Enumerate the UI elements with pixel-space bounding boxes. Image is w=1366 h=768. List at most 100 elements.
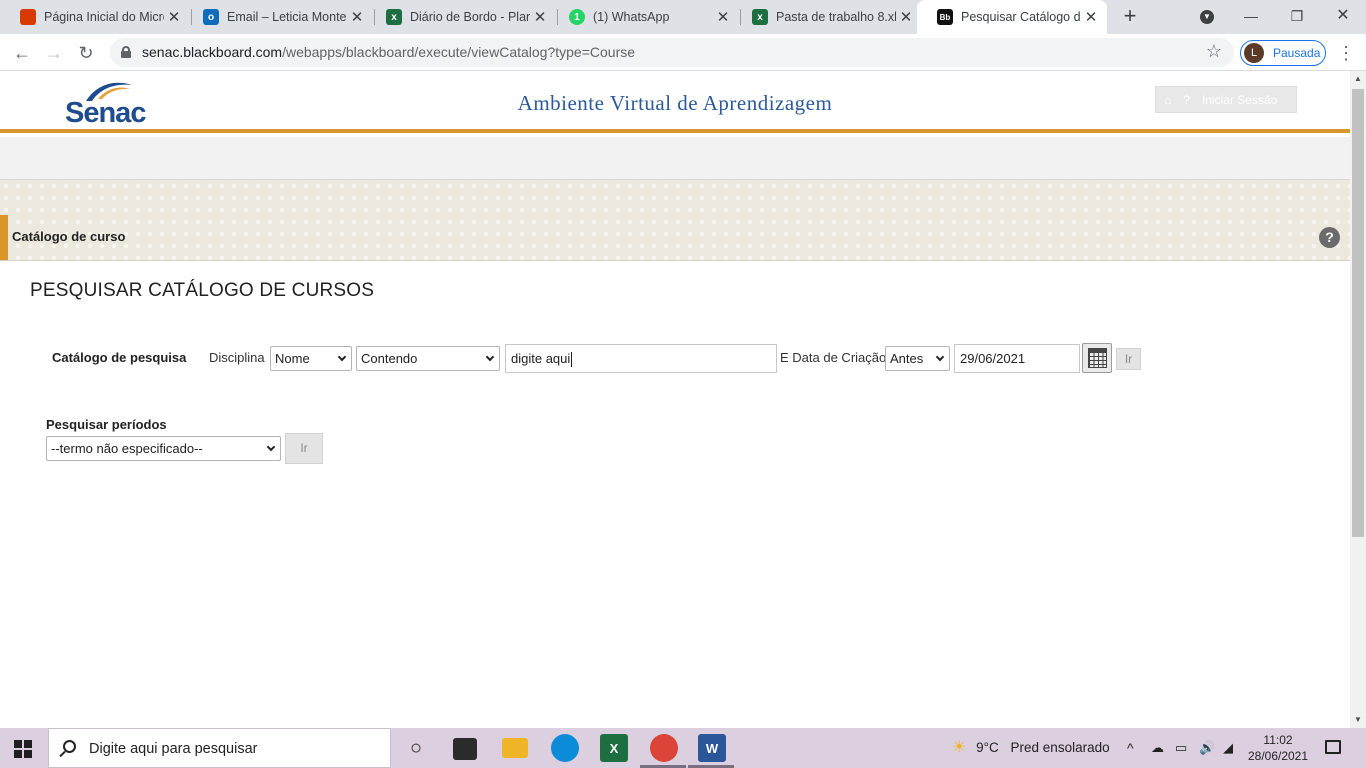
terms-select[interactable]: --termo não especificado-- [46, 436, 281, 461]
clock-time: 11:02 [1263, 733, 1293, 747]
tab-whatsapp[interactable]: 1 (1) WhatsApp ✕ [549, 0, 739, 34]
search-operator-select[interactable]: Contendo [356, 346, 500, 371]
date-operator-select[interactable]: Antes [885, 346, 950, 371]
page-content: Senac Ambiente Virtual de Aprendizagem ⌂… [0, 71, 1350, 728]
battery-icon[interactable]: ▭ [1175, 728, 1187, 768]
store-icon[interactable] [453, 738, 477, 760]
date-input[interactable]: 29/06/2021 [954, 344, 1080, 373]
tab-title: Pesquisar Catálogo de [961, 10, 1081, 24]
search-field-select[interactable]: Nome [270, 346, 352, 371]
whatsapp-icon: 1 [569, 9, 585, 25]
close-icon[interactable]: ✕ [896, 8, 916, 26]
discipline-label: Disciplina [209, 350, 265, 365]
windows-taskbar: Digite aqui para pesquisar ○ X W ☀ 9°C P… [0, 728, 1366, 768]
close-icon[interactable]: ✕ [1081, 8, 1101, 26]
browser-menu-icon[interactable]: ⋮ [1336, 40, 1356, 66]
cortana-icon[interactable]: ○ [402, 734, 430, 762]
minimize-button[interactable]: — [1228, 0, 1274, 34]
site-title: Ambiente Virtual de Aprendizagem [517, 91, 833, 115]
tab-title: Diário de Bordo - Plan [410, 10, 530, 24]
weather-temp: 9°C [976, 740, 999, 755]
browser-toolbar: ← → ↻ senac.blackboard.com/webapps/black… [0, 34, 1366, 71]
weather-widget[interactable]: ☀ 9°C Pred ensolarado [952, 728, 1110, 768]
tab-title: (1) WhatsApp [593, 10, 670, 24]
blackboard-icon: Bb [937, 9, 953, 25]
volume-icon[interactable]: 🔊 [1199, 728, 1215, 768]
breadcrumb-band: Catálogo de curso ? [0, 180, 1350, 261]
edge-icon[interactable] [551, 734, 579, 762]
tab-title: Email – Leticia Monteir [227, 10, 347, 24]
site-header: Senac Ambiente Virtual de Aprendizagem ⌂… [0, 71, 1350, 133]
profile-status: Pausada [1273, 46, 1321, 60]
address-bar[interactable]: senac.blackboard.com/webapps/blackboard/… [110, 38, 1234, 67]
tab-outlook[interactable]: o Email – Leticia Monteir ✕ [183, 0, 373, 34]
tab-office[interactable]: Página Inicial do Micro ✕ [0, 0, 190, 34]
onedrive-icon[interactable]: ☁ [1151, 728, 1164, 768]
terms-go-button[interactable]: Ir [285, 433, 323, 464]
scroll-down-icon[interactable]: ▼ [1350, 712, 1366, 728]
reload-button[interactable]: ↻ [72, 39, 100, 67]
excel-icon: x [752, 9, 768, 25]
word-icon[interactable]: W [698, 734, 726, 762]
tab-diario-excel[interactable]: x Diário de Bordo - Plan ✕ [366, 0, 556, 34]
tab-title: Página Inicial do Micro [44, 10, 164, 24]
file-explorer-icon[interactable] [502, 738, 528, 758]
page-title: PESQUISAR CATÁLOGO DE CURSOS [30, 280, 375, 301]
tab-title: Pasta de trabalho 8.xls [776, 10, 896, 24]
chevron-down-icon [266, 442, 276, 452]
breadcrumb-marker [0, 215, 8, 260]
search-icon [63, 740, 76, 753]
forward-button[interactable]: → [40, 39, 68, 67]
terms-label: Pesquisar períodos [46, 417, 167, 432]
excel-icon[interactable]: X [600, 734, 628, 762]
restore-button[interactable]: ❐ [1274, 0, 1320, 34]
excel-icon: x [386, 9, 402, 25]
scroll-thumb[interactable] [1352, 89, 1364, 537]
calendar-icon[interactable] [1082, 343, 1112, 373]
url-text: senac.blackboard.com/webapps/blackboard/… [142, 44, 636, 60]
office-icon [20, 9, 36, 25]
profile-button[interactable]: L Pausada [1240, 40, 1326, 66]
close-icon[interactable]: ✕ [713, 8, 733, 26]
chevron-down-icon [337, 352, 347, 362]
bookmark-star-icon[interactable]: ☆ [1206, 41, 1222, 62]
clock-date: 28/06/2021 [1247, 749, 1309, 763]
search-input[interactable]: digite aqui [505, 344, 777, 373]
taskbar-clock[interactable]: 11:02 28/06/2021 [1243, 732, 1313, 764]
scroll-up-icon[interactable]: ▲ [1350, 71, 1366, 87]
creation-date-label: E Data de Criação [780, 350, 887, 365]
notification-icon[interactable] [1325, 740, 1341, 754]
back-button[interactable]: ← [8, 39, 36, 67]
close-icon[interactable]: ✕ [347, 8, 367, 26]
avatar: L [1244, 43, 1264, 63]
home-icon[interactable]: ⌂ [1164, 93, 1171, 107]
windows-start-icon[interactable] [14, 740, 32, 758]
taskbar-search-placeholder: Digite aqui para pesquisar [89, 741, 258, 757]
new-tab-button[interactable]: + [1118, 4, 1142, 28]
wifi-icon[interactable]: ◢ [1223, 728, 1233, 768]
chrome-icon[interactable] [650, 734, 678, 762]
login-link[interactable]: Iniciar Sessão [1202, 93, 1277, 107]
outlook-icon: o [203, 9, 219, 25]
login-bar: ⌂ ? Iniciar Sessão [1155, 86, 1297, 113]
weather-text: Pred ensolarado [1010, 740, 1110, 755]
close-icon[interactable]: ✕ [164, 8, 184, 26]
weather-sun-icon: ☀ [952, 739, 967, 756]
window-close-button[interactable]: ✕ [1320, 0, 1366, 34]
help-icon[interactable]: ? [1319, 227, 1340, 248]
close-icon[interactable]: ✕ [530, 8, 550, 26]
chevron-down-icon [485, 352, 495, 362]
search-catalog-label: Catálogo de pesquisa [52, 350, 187, 365]
taskbar-search-box[interactable]: Digite aqui para pesquisar [48, 728, 391, 768]
breadcrumb: Catálogo de curso [12, 229, 126, 244]
tray-chevron-up-icon[interactable]: ^ [1127, 728, 1134, 768]
page-scrollbar[interactable]: ▲ ▼ [1350, 71, 1366, 728]
question-icon[interactable]: ? [1183, 93, 1190, 107]
tab-search-icon[interactable]: ▼ [1184, 0, 1230, 34]
tab-blackboard-active[interactable]: Bb Pesquisar Catálogo de ✕ [917, 0, 1107, 34]
tab-pasta-excel[interactable]: x Pasta de trabalho 8.xls ✕ [732, 0, 922, 34]
chevron-down-icon [935, 352, 945, 362]
course-navbar [0, 137, 1350, 180]
lock-icon[interactable] [121, 46, 131, 58]
search-go-button[interactable]: Ir [1116, 348, 1141, 370]
